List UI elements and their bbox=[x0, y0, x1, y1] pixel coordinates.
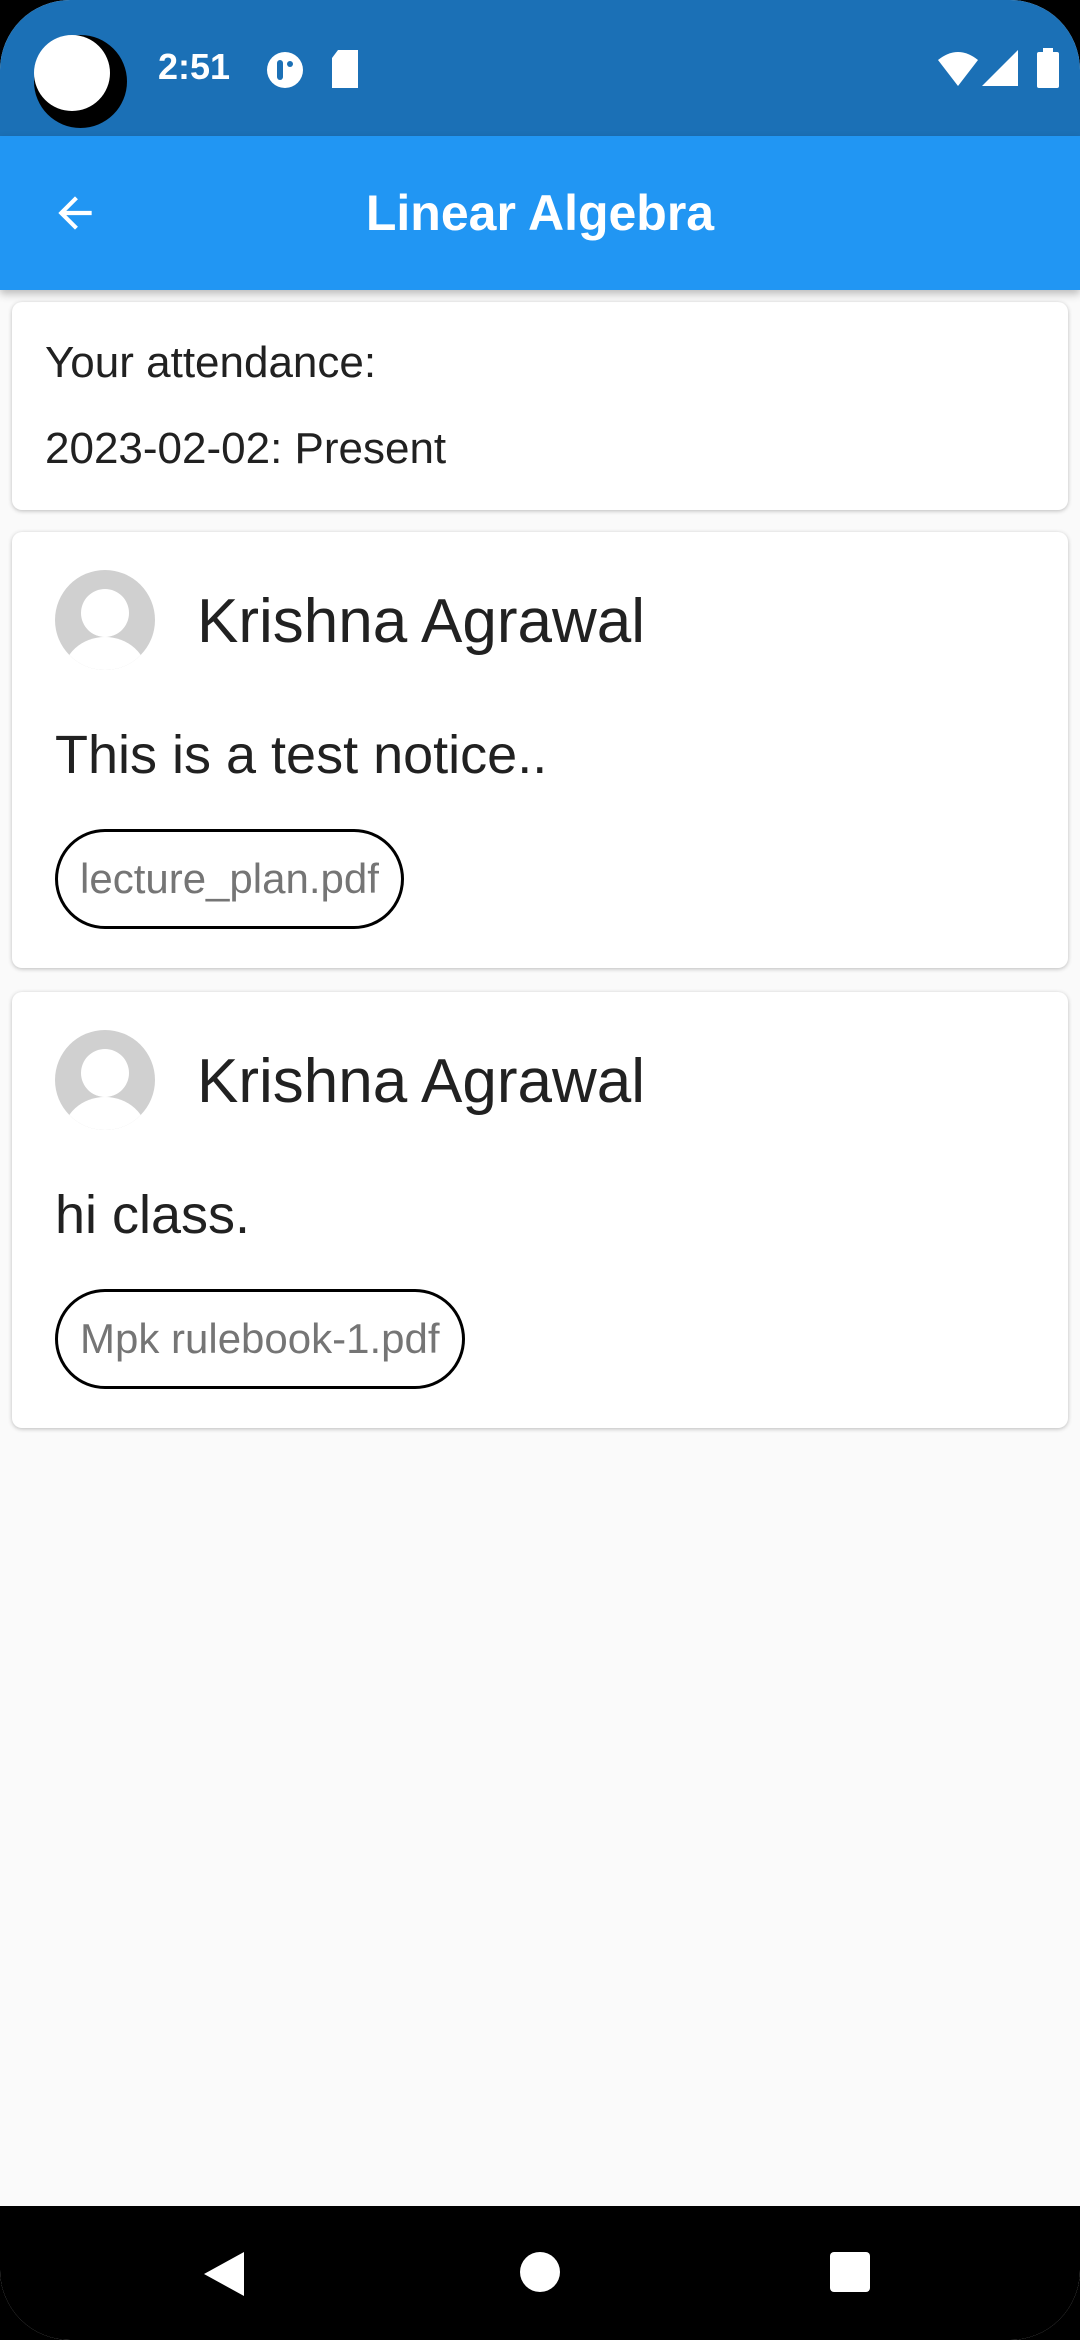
screen: 2:51 Linear Algebra Your attendance: 202… bbox=[0, 0, 1080, 2340]
notification-icon bbox=[267, 52, 303, 88]
avatar bbox=[55, 570, 155, 670]
author-name: Krishna Agrawal bbox=[197, 587, 646, 656]
person-icon bbox=[63, 1049, 147, 1130]
notice-message: hi class. bbox=[55, 1185, 251, 1245]
camera-lens bbox=[34, 35, 110, 111]
attendance-record: 2023-02-02: Present bbox=[45, 424, 447, 473]
avatar bbox=[55, 1030, 155, 1130]
navigation-bar bbox=[0, 2206, 1080, 2340]
wifi-icon bbox=[938, 52, 978, 86]
app-bar: Linear Algebra bbox=[0, 136, 1080, 290]
notice-card: Krishna Agrawal hi class. Mpk rulebook-1… bbox=[12, 992, 1068, 1428]
status-time: 2:51 bbox=[158, 46, 231, 87]
person-icon bbox=[63, 589, 147, 670]
nav-back-icon[interactable] bbox=[204, 2252, 246, 2296]
author-name: Krishna Agrawal bbox=[197, 1047, 646, 1116]
attachment-chip[interactable]: Mpk rulebook-1.pdf bbox=[55, 1289, 465, 1389]
page-title: Linear Algebra bbox=[365, 185, 715, 241]
status-bar: 2:51 bbox=[0, 0, 1080, 136]
attendance-card: Your attendance: 2023-02-02: Present bbox=[12, 302, 1068, 510]
sd-card-icon bbox=[332, 50, 358, 88]
battery-icon bbox=[1037, 48, 1059, 88]
notice-message: This is a test notice.. bbox=[55, 725, 548, 785]
signal-icon bbox=[982, 50, 1018, 86]
attachment-chip[interactable]: lecture_plan.pdf bbox=[55, 829, 404, 929]
nav-home-icon[interactable] bbox=[520, 2252, 560, 2292]
attendance-heading: Your attendance: bbox=[45, 338, 377, 387]
notice-card: Krishna Agrawal This is a test notice.. … bbox=[12, 532, 1068, 968]
nav-recents-icon[interactable] bbox=[830, 2252, 870, 2292]
